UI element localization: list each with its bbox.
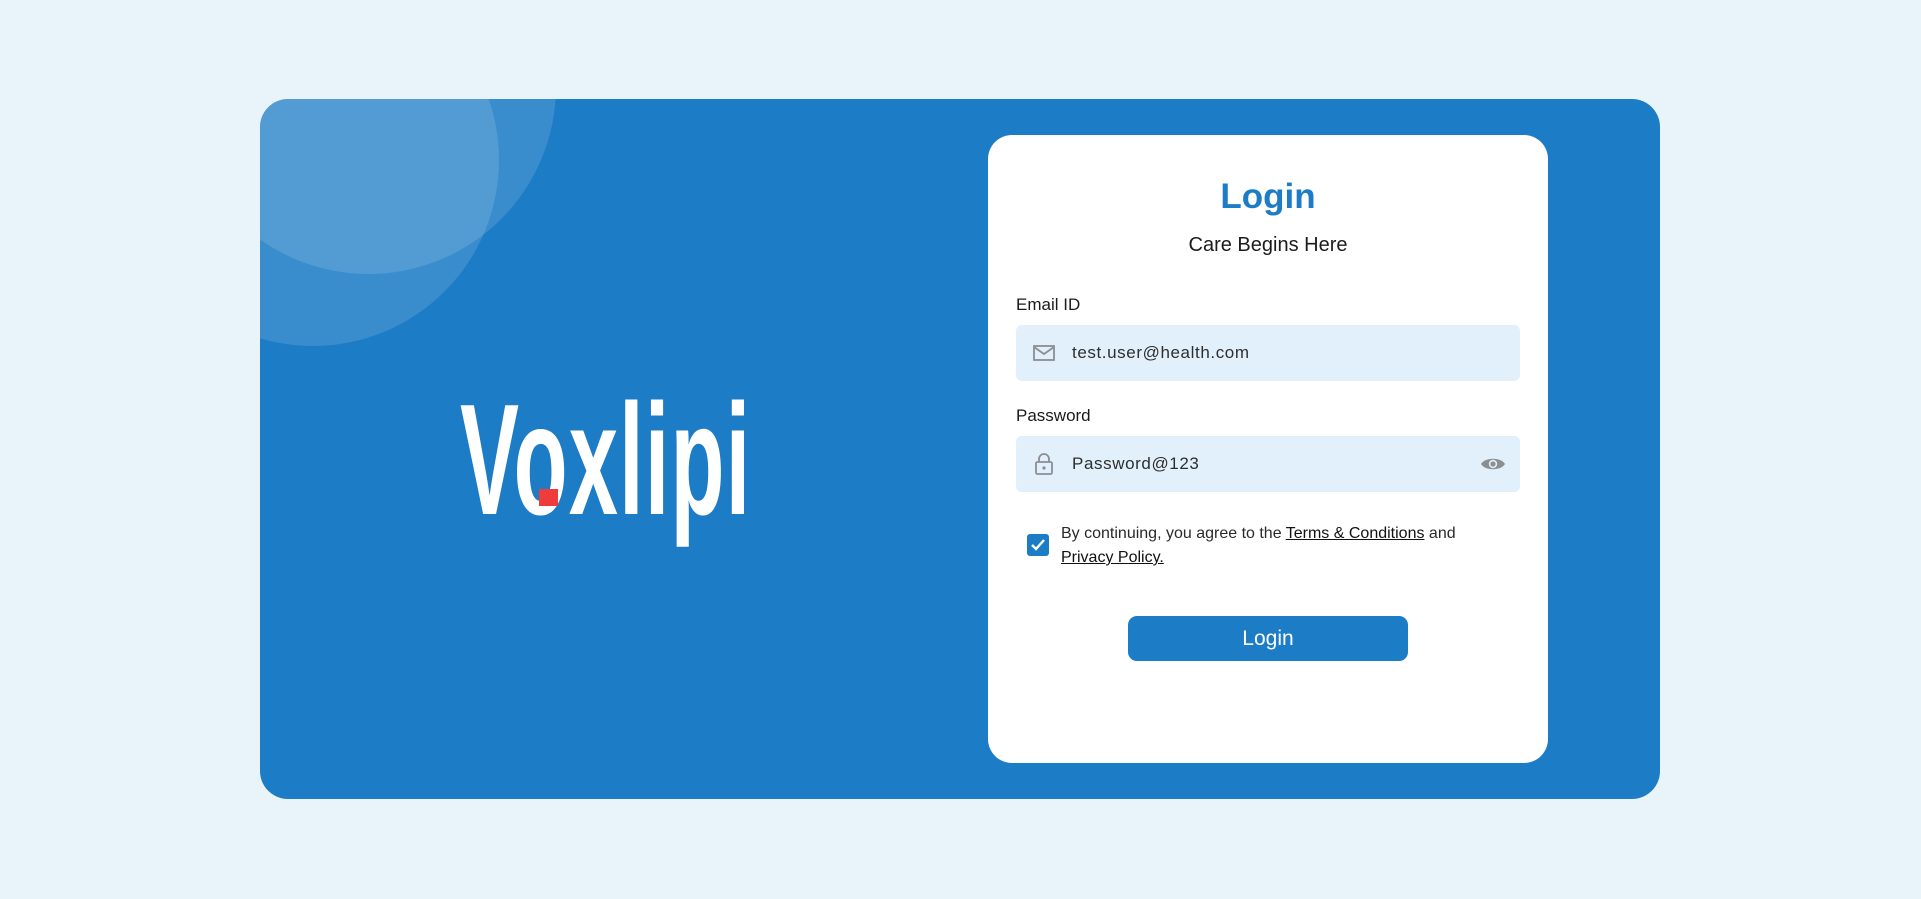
- password-label: Password: [1016, 406, 1091, 425]
- decor-circle: [260, 99, 556, 274]
- email-label: Email ID: [1016, 295, 1081, 314]
- login-button[interactable]: Login: [1128, 616, 1408, 661]
- eye-icon[interactable]: [1480, 455, 1506, 473]
- mail-icon: [1033, 345, 1055, 361]
- terms-checkbox[interactable]: [1027, 534, 1049, 556]
- page-title: Login: [1220, 177, 1316, 216]
- lock-icon: [1035, 453, 1053, 475]
- email-field[interactable]: test.user@health.com: [1016, 325, 1520, 381]
- login-card: Login Care Begins Here Email ID test.use…: [988, 135, 1548, 763]
- brand-logo-dot: [539, 489, 558, 506]
- checkmark-icon: [1031, 539, 1045, 551]
- email-value: test.user@health.com: [1072, 343, 1250, 362]
- password-field[interactable]: Password@123: [1016, 436, 1520, 492]
- brand-logo: Voxlipi: [460, 379, 980, 539]
- consent-prefix: By continuing, you agree to the: [1061, 525, 1286, 542]
- terms-link[interactable]: Terms & Conditions: [1286, 525, 1425, 542]
- consent-text: By continuing, you agree to the Terms & …: [1061, 522, 1511, 570]
- consent-middle: and: [1424, 525, 1456, 542]
- login-panel: Voxlipi Login Care Begins Here Email ID …: [260, 99, 1660, 799]
- password-value: Password@123: [1072, 454, 1200, 473]
- page-subtitle: Care Begins Here: [1188, 234, 1348, 256]
- brand-logo-text: Voxlipi: [460, 372, 752, 548]
- privacy-link[interactable]: Privacy Policy.: [1061, 549, 1164, 566]
